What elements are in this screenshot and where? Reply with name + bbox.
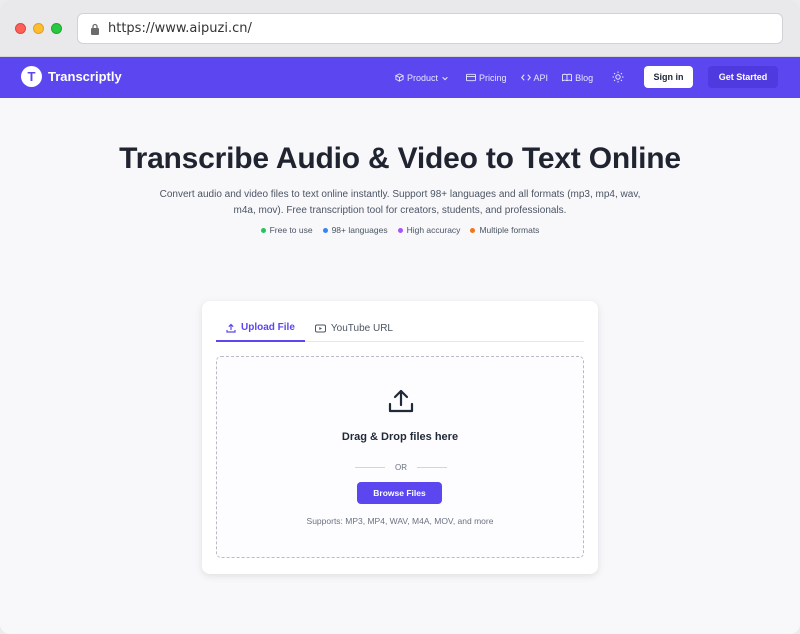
or-label: OR xyxy=(395,462,407,472)
upload-icon xyxy=(226,323,236,333)
divider-line xyxy=(355,466,385,468)
nav-link-label: API xyxy=(533,72,549,83)
tab-label: Upload File xyxy=(241,322,295,333)
divider-line xyxy=(417,466,447,468)
sun-icon[interactable] xyxy=(612,71,624,83)
close-window-button[interactable] xyxy=(15,23,26,34)
card-icon xyxy=(466,73,477,82)
upload-cloud-icon xyxy=(388,389,414,413)
tab-label: YouTube URL xyxy=(330,322,393,334)
minimize-window-button[interactable] xyxy=(33,23,44,34)
chevron-down-icon xyxy=(442,76,448,80)
sign-in-button[interactable]: Sign in xyxy=(644,66,693,88)
file-dropzone[interactable]: Drag & Drop files here OR Browse Files S… xyxy=(216,356,584,558)
status-dot-icon xyxy=(260,227,266,233)
tab-upload-file[interactable]: Upload File xyxy=(216,315,305,342)
or-divider: OR xyxy=(355,461,447,473)
nav-link-blog[interactable]: Blog xyxy=(562,73,593,83)
brand-logo-icon: T xyxy=(21,66,42,87)
address-url: https://www.aipuzi.cn/ xyxy=(108,21,252,36)
feature-label: Free to use xyxy=(269,225,313,235)
feature-item: Multiple formats xyxy=(470,225,539,235)
browser-toolbar: https://www.aipuzi.cn/ xyxy=(0,0,800,57)
browse-files-button[interactable]: Browse Files xyxy=(357,482,442,504)
page-subtitle: Convert audio and video files to text on… xyxy=(159,189,641,216)
browser-window: https://www.aipuzi.cn/ T Transcriptly Pr… xyxy=(0,0,800,634)
code-icon xyxy=(520,74,531,81)
feature-item: 98+ languages xyxy=(322,225,388,235)
cube-icon xyxy=(395,73,404,82)
feature-label: Multiple formats xyxy=(479,225,540,235)
status-dot-icon xyxy=(322,227,328,233)
feature-item: Free to use xyxy=(260,225,313,235)
feature-label: 98+ languages xyxy=(331,225,388,235)
video-icon xyxy=(314,324,326,332)
feature-item: High accuracy xyxy=(397,225,461,235)
nav-links: Product Pricing API Blog xyxy=(395,57,607,98)
supported-formats-text: Supports: MP3, MP4, WAV, M4A, MOV, and m… xyxy=(306,516,494,526)
dropzone-title: Drag & Drop files here xyxy=(341,431,459,443)
nav-link-label: Blog xyxy=(575,72,594,83)
tab-youtube-url[interactable]: YouTube URL xyxy=(305,315,403,341)
maximize-window-button[interactable] xyxy=(51,23,62,34)
status-dot-icon xyxy=(397,227,403,233)
nav-link-product[interactable]: Product xyxy=(395,73,452,83)
nav-link-label: Product xyxy=(407,72,439,83)
upload-tabs: Upload File YouTube URL xyxy=(216,315,584,342)
feature-label: High accuracy xyxy=(406,225,461,235)
address-bar[interactable]: https://www.aipuzi.cn/ xyxy=(77,13,783,44)
lock-icon xyxy=(91,23,99,35)
nav-link-label: Pricing xyxy=(479,72,507,83)
upload-card: Upload File YouTube URL Drag & Drop file… xyxy=(202,301,598,574)
brand-name: Transcriptly xyxy=(48,69,122,84)
feature-list: Free to use 98+ languages High accuracy … xyxy=(0,225,800,235)
status-dot-icon xyxy=(470,227,476,233)
get-started-button[interactable]: Get Started xyxy=(708,66,778,88)
brand-logo-link[interactable]: T Transcriptly xyxy=(21,66,122,87)
page-title: Transcribe Audio & Video to Text Online xyxy=(119,142,681,175)
nav-link-api[interactable]: API xyxy=(520,72,549,83)
nav-link-pricing[interactable]: Pricing xyxy=(466,73,507,83)
book-icon xyxy=(562,73,573,82)
